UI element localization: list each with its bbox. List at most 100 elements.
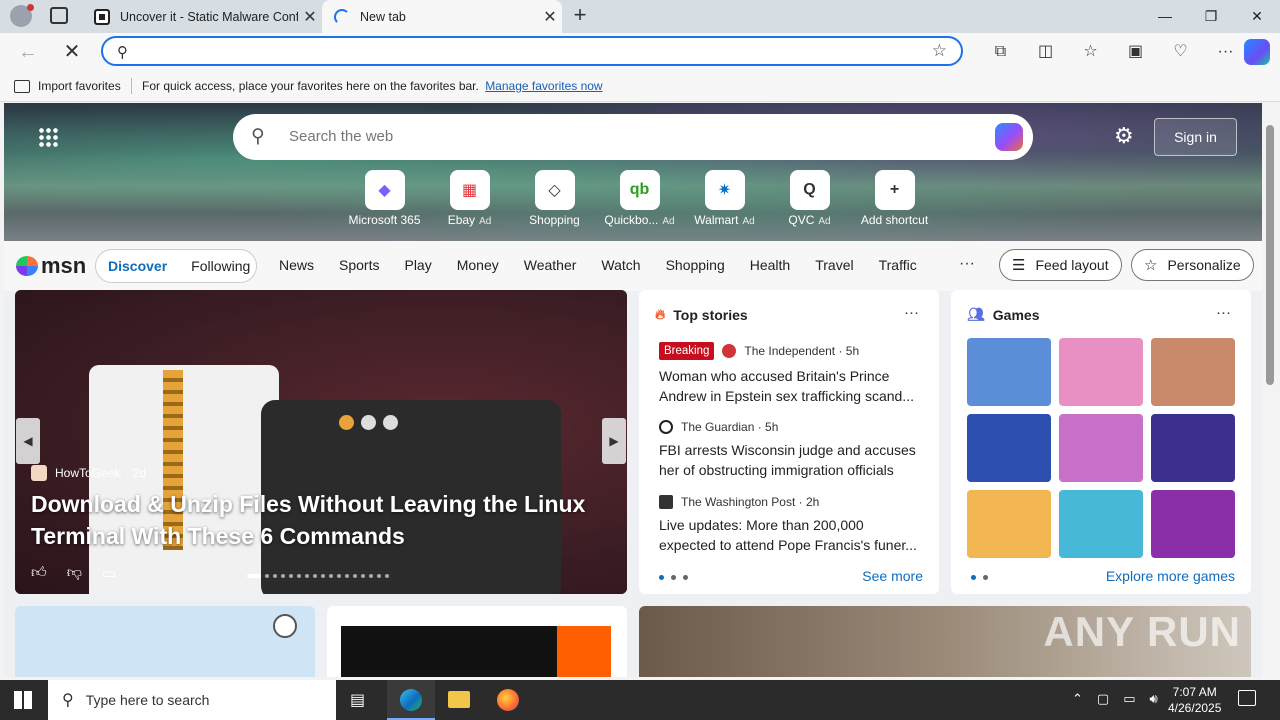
nav-link-watch[interactable]: Watch — [601, 257, 640, 273]
favorites-icon[interactable]: ☆ — [1068, 40, 1113, 64]
extensions-icon[interactable]: ⧉ — [978, 40, 1023, 64]
carousel-next-button[interactable]: ▶ — [602, 418, 626, 464]
collections-icon[interactable]: ▣ — [1113, 40, 1158, 64]
restore-button[interactable]: ❐ — [1188, 0, 1234, 32]
news-card[interactable] — [15, 606, 315, 677]
split-screen-icon[interactable]: ◫ — [1023, 40, 1068, 64]
more-categories-button[interactable]: ··· — [959, 255, 975, 273]
app-launcher-icon[interactable] — [38, 127, 58, 147]
clock[interactable]: 7:07 AM 4/26/2025 — [1168, 684, 1221, 716]
settings-gear-icon[interactable]: ⚙ — [1114, 123, 1134, 149]
game-tile-4[interactable] — [967, 414, 1051, 482]
profile-icon[interactable] — [10, 4, 34, 27]
copilot-icon[interactable] — [1244, 39, 1270, 65]
story-title[interactable]: Live updates: More than 200,000 expected… — [659, 515, 923, 555]
tab-discover[interactable]: Discover — [96, 258, 179, 274]
stop-loading-button[interactable]: ✕ — [58, 39, 86, 65]
explore-more-games-link[interactable]: Explore more games — [1106, 568, 1235, 584]
shortcut-label: Ebay — [447, 213, 476, 227]
copilot-search-icon[interactable] — [995, 123, 1023, 151]
task-view-icon[interactable]: ▤ — [350, 690, 365, 710]
story-item[interactable]: The Guardian · 5h FBI arrests Wisconsin … — [659, 420, 923, 480]
game-tile-3[interactable] — [1151, 338, 1235, 406]
feed-layout-button[interactable]: ☰ Feed layout — [999, 249, 1122, 281]
shortcut-add-shortcut[interactable]: + Add shortcut — [852, 170, 937, 227]
more-options-button[interactable]: ··· — [1216, 304, 1231, 321]
nav-link-traffic[interactable]: Traffic — [879, 257, 917, 273]
comment-icon[interactable]: ▭ — [102, 564, 116, 582]
address-bar[interactable]: ⚲ ☆ — [101, 36, 963, 66]
shortcut-ebay[interactable]: ▦ Ebay Ad — [427, 170, 512, 227]
shortcut-qvc[interactable]: Q QVC Ad — [767, 170, 852, 227]
scrollbar-thumb[interactable] — [1266, 125, 1274, 385]
story-item[interactable]: The Washington Post · 2h Live updates: M… — [659, 495, 923, 555]
nav-link-sports[interactable]: Sports — [339, 257, 379, 273]
chevron-up-icon[interactable]: ⌃ — [1072, 691, 1083, 707]
import-favorites-button[interactable]: Import favorites — [14, 79, 121, 93]
game-tile-6[interactable] — [1151, 414, 1235, 482]
firefox-icon[interactable] — [497, 689, 519, 711]
tab-title: Uncover it - Static Malware Confi — [120, 9, 298, 24]
taskbar-search-box[interactable]: ⚲ Type here to search — [48, 680, 336, 720]
favorites-tip: For quick access, place your favorites h… — [142, 79, 603, 93]
article-headline[interactable]: Download & Unzip Files Without Leaving t… — [31, 488, 611, 552]
more-menu-icon[interactable]: ··· — [1203, 40, 1248, 64]
web-search-box[interactable]: ⚲ Search the web — [233, 114, 1033, 160]
game-tile-7[interactable] — [967, 490, 1051, 558]
sign-in-button[interactable]: Sign in — [1154, 118, 1237, 156]
more-options-button[interactable]: ··· — [904, 304, 919, 321]
page-scrollbar[interactable] — [1262, 103, 1280, 677]
featured-article-card[interactable]: ◀ ▶ HowToGeek · 2d Download & Unzip File… — [15, 290, 627, 594]
browser-essentials-icon[interactable]: ♡ — [1158, 40, 1203, 64]
game-tile-9[interactable] — [1151, 490, 1235, 558]
edge-taskbar-icon[interactable] — [387, 680, 435, 720]
file-explorer-icon[interactable] — [448, 691, 470, 708]
game-tile-8[interactable] — [1059, 490, 1143, 558]
volume-icon[interactable]: 🔊︎ — [1150, 691, 1158, 707]
minimize-button[interactable]: — — [1142, 0, 1188, 32]
like-icon[interactable]: 👍︎ — [31, 564, 47, 582]
story-title[interactable]: Woman who accused Britain's Prince Andre… — [659, 366, 923, 406]
visual-search-icon[interactable] — [273, 614, 297, 638]
story-title[interactable]: FBI arrests Wisconsin judge and accuses … — [659, 440, 923, 480]
personalize-button[interactable]: ☆ Personalize — [1131, 249, 1254, 281]
close-tab-icon[interactable]: ✕ — [298, 7, 322, 27]
notifications-icon[interactable] — [1238, 690, 1256, 706]
close-tab-icon[interactable]: ✕ — [538, 7, 562, 27]
photo-news-card[interactable]: ANY RUN — [639, 606, 1251, 677]
shortcut-shopping[interactable]: ◇ Shopping — [512, 170, 597, 227]
game-tile-2[interactable] — [1059, 338, 1143, 406]
nav-link-news[interactable]: News — [279, 257, 314, 273]
game-tile-5[interactable] — [1059, 414, 1143, 482]
see-more-link[interactable]: See more — [862, 568, 923, 584]
nav-link-money[interactable]: Money — [457, 257, 499, 273]
nav-link-shopping[interactable]: Shopping — [666, 257, 725, 273]
back-button[interactable]: ← — [14, 39, 42, 65]
shortcut-quickbo[interactable]: qb Quickbo... Ad — [597, 170, 682, 227]
sixt-ad-card[interactable] — [327, 606, 627, 677]
new-tab-button[interactable]: + — [568, 3, 592, 27]
nav-link-play[interactable]: Play — [404, 257, 431, 273]
tab-new-tab[interactable]: New tab ✕ — [322, 0, 562, 33]
favorite-star-icon[interactable]: ☆ — [932, 41, 947, 61]
tab-following[interactable]: Following — [179, 258, 262, 274]
shortcut-walmart[interactable]: ✷ Walmart Ad — [682, 170, 767, 227]
network-icon[interactable]: ▭ — [1123, 691, 1135, 707]
manage-favorites-link[interactable]: Manage favorites now — [485, 79, 602, 93]
story-item[interactable]: Breaking The Independent · 5h Woman who … — [659, 342, 923, 406]
msn-butterfly-icon — [16, 256, 38, 276]
nav-link-health[interactable]: Health — [750, 257, 790, 273]
game-tile-1[interactable] — [967, 338, 1051, 406]
device-icon[interactable]: ▢ — [1097, 691, 1109, 707]
games-header: 👥︎ Games — [967, 306, 1039, 323]
nav-link-weather[interactable]: Weather — [524, 257, 577, 273]
tab-malware-config[interactable]: Uncover it - Static Malware Confi ✕ — [82, 0, 322, 33]
close-window-button[interactable]: ✕ — [1234, 0, 1280, 32]
carousel-prev-button[interactable]: ◀ — [16, 418, 40, 464]
start-icon[interactable] — [14, 691, 32, 709]
dislike-icon[interactable]: 👎︎ — [67, 564, 82, 582]
nav-link-travel[interactable]: Travel — [815, 257, 853, 273]
msn-logo[interactable]: msn — [16, 253, 86, 279]
shortcut-microsoft-365[interactable]: ◆ Microsoft 365 — [342, 170, 427, 227]
tab-actions-icon[interactable] — [50, 7, 68, 24]
